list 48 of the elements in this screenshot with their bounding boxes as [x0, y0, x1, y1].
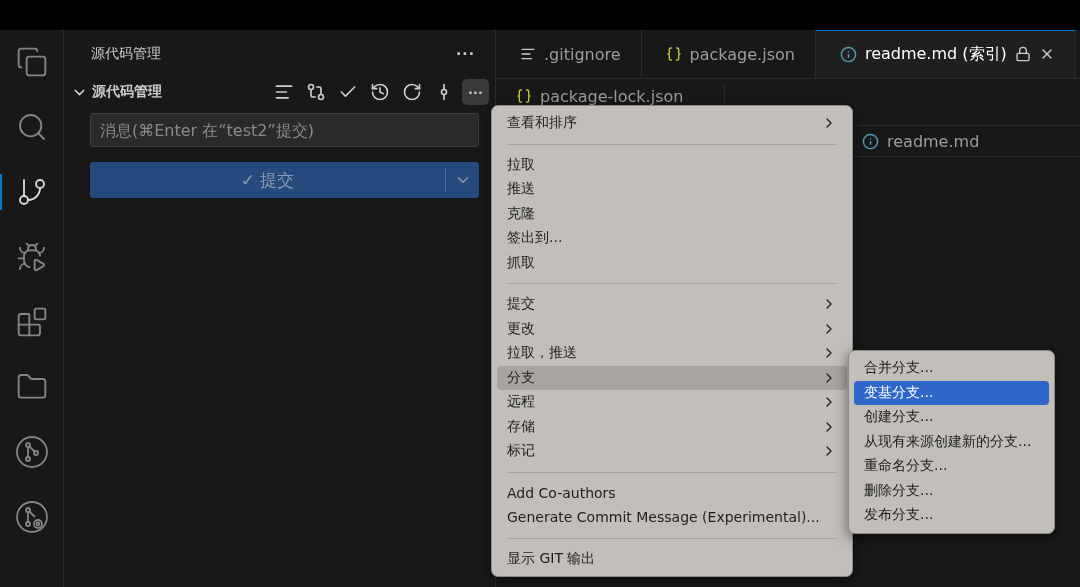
menu-item[interactable]: 签出到...: [497, 226, 847, 251]
tab-label: package-lock.json: [540, 86, 684, 106]
list-icon[interactable]: [274, 82, 294, 102]
lines-icon: [520, 46, 536, 62]
more-button[interactable]: ···: [462, 79, 489, 105]
tab-label: readme.md (索引): [864, 43, 1007, 65]
menu-item[interactable]: 远程: [497, 390, 847, 415]
menu-item[interactable]: 拉取，推送: [497, 341, 847, 366]
blocks-icon: [15, 306, 48, 338]
menu-item[interactable]: 分支: [497, 365, 847, 390]
editor-tab[interactable]: readme.md (索引): [815, 30, 1076, 78]
tab-label: .gitignore: [544, 44, 621, 64]
menu-item[interactable]: 查看和排序: [497, 111, 847, 136]
branch-circle-icon: [14, 435, 49, 469]
tab-label: package.json: [689, 44, 795, 64]
more-actions[interactable]: ···: [456, 46, 475, 62]
menu-item[interactable]: 提交: [497, 292, 847, 317]
info-icon: [839, 45, 857, 63]
menu-item[interactable]: 显示 GIT 输出: [497, 546, 847, 571]
files-icon: [15, 46, 48, 78]
sidebar-title: 源代码管理: [91, 45, 161, 63]
menu-item[interactable]: 标记: [497, 439, 847, 464]
menu-item[interactable]: 推送: [497, 177, 847, 202]
menu-item[interactable]: 变基分支...: [854, 380, 1049, 405]
breadcrumb[interactable]: readme.md: [887, 131, 980, 151]
bug-play-icon: [15, 241, 48, 273]
menu-item[interactable]: 重命名分支...: [854, 454, 1049, 479]
menu-item[interactable]: 发布分支...: [854, 503, 1049, 528]
menu-item[interactable]: 合并分支...: [854, 356, 1049, 381]
braces-icon: [665, 46, 682, 62]
section-title: 源代码管理: [92, 83, 163, 101]
menu-item[interactable]: 更改: [497, 316, 847, 341]
menu-item[interactable]: Add Co-authors: [497, 480, 847, 505]
compare-icon[interactable]: [306, 82, 326, 102]
menu-item[interactable]: Generate Commit Message (Experimental)...: [497, 505, 847, 530]
menu-item[interactable]: 抓取: [497, 250, 847, 275]
info-icon: [862, 132, 879, 150]
menu-item[interactable]: 删除分支...: [854, 478, 1049, 503]
menu-item[interactable]: 拉取: [497, 152, 847, 177]
menu-item[interactable]: 创建分支...: [854, 405, 1049, 430]
refresh-icon[interactable]: [402, 82, 422, 102]
message-input[interactable]: 消息(⌘Enter 在“test2”提交): [90, 113, 479, 147]
menu-item[interactable]: 克隆: [497, 201, 847, 226]
branch-search-icon: [14, 500, 49, 534]
menu-item[interactable]: 从现有来源创建新的分支...: [854, 429, 1049, 454]
history-icon[interactable]: [370, 82, 390, 102]
menu-item[interactable]: 存储: [497, 414, 847, 439]
braces-icon: [516, 88, 532, 104]
